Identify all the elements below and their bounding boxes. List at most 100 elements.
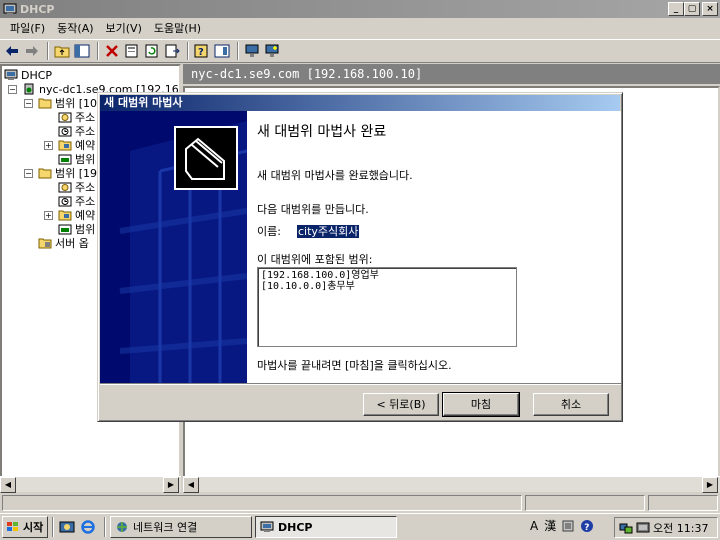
superscope-name: city주식회사 [297,225,360,238]
add-server-icon[interactable] [263,42,281,60]
scroll-left-arrow-icon[interactable]: ◀ [0,477,16,493]
monitor-tray-icon[interactable] [636,521,650,535]
toolbar-separator [47,42,49,60]
tree-item-scope-1[interactable]: 범위 [10 [38,96,97,110]
tree-item-address-pool[interactable]: 주소 [58,180,95,194]
completed-text: 새 대범위 마법사를 완료했습니다. [257,169,413,182]
tree-item-reservations[interactable]: 예약 [58,138,95,152]
details-header: nyc-dc1.se9.com [192.168.100.10] [183,64,720,84]
minimize-button[interactable]: _ [668,2,684,16]
tree-item-reservations[interactable]: 예약 [58,208,95,222]
refresh-icon[interactable] [143,42,161,60]
delete-icon[interactable] [103,42,121,60]
system-tray: 오전 11:37 [614,517,718,538]
window-titlebar[interactable]: DHCP _ ▢ × [0,0,720,18]
close-button[interactable]: × [702,2,718,16]
tree-horizontal-scrollbar[interactable]: ◀ ▶ [0,476,181,493]
start-button[interactable]: 시작 [2,516,48,538]
folder-icon [38,168,52,179]
windows-logo-icon [7,522,18,531]
svg-text:?: ? [585,523,590,533]
status-cell [525,495,645,511]
ime-help-icon[interactable]: ? [580,519,594,533]
network-tray-icon[interactable] [619,521,633,535]
collapse-toggle[interactable]: − [24,169,33,178]
ime-mode-toggle[interactable]: A [530,519,538,533]
status-cell [2,495,522,511]
forward-icon[interactable] [23,42,41,60]
back-button[interactable]: < 뒤로(B) [363,393,439,416]
tree-item-server-options[interactable]: 서버 옵 [38,236,89,250]
dhcp-app-icon [260,521,274,532]
cancel-button[interactable]: 취소 [533,393,609,416]
tree-label: DHCP [21,68,53,82]
taskbar-divider [104,517,106,537]
toolbar-separator [97,42,99,60]
tree-item-address-leases[interactable]: 주소 [58,124,95,138]
address-leases-icon [58,126,72,137]
tree-item-address-leases[interactable]: 주소 [58,194,95,208]
status-bar [0,494,720,512]
ime-hanja-toggle[interactable]: 漢 [544,517,556,534]
new-superscope-wizard-dialog[interactable]: 새 대범위 마법사 새 대범위 마법사 완료 새 대범위 마법사를 완료했습니다… [97,92,623,422]
back-icon[interactable] [3,42,21,60]
address-pool-icon [58,112,72,123]
scroll-right-arrow-icon[interactable]: ▶ [702,477,718,493]
server-icon[interactable] [243,42,261,60]
reservations-icon [58,140,72,151]
tree-item-address-pool[interactable]: 주소 [58,110,95,124]
dhcp-app-icon [3,3,17,15]
tree-item-scope-options[interactable]: 범위 [58,222,95,236]
tree-item-dhcp-root[interactable]: DHCP [4,68,52,82]
tree-label: 서버 옵 [55,237,89,250]
properties-icon[interactable] [123,42,141,60]
start-label: 시작 [23,521,44,534]
show-hide-tree-icon[interactable] [73,42,91,60]
expand-toggle[interactable]: + [44,211,53,220]
menu-file[interactable]: 파일(F) [4,20,51,36]
wizard-side-banner [100,111,247,383]
up-folder-icon[interactable] [53,42,71,60]
internet-explorer-icon[interactable] [79,518,97,536]
clock[interactable]: 오전 11:37 [653,520,708,536]
finish-instruction: 마법사를 끝내려면 [마침]을 클릭하십시오. [257,359,452,372]
task-network-connections[interactable]: 네트워크 연결 [110,516,252,538]
toolbar-separator [237,42,239,60]
console-icon[interactable] [213,42,231,60]
menu-help[interactable]: 도움말(H) [148,20,207,36]
svg-text:?: ? [198,47,204,58]
finish-button[interactable]: 마침 [442,392,520,417]
dhcp-root-icon [4,69,18,80]
menu-view[interactable]: 보기(V) [100,20,148,36]
menu-action[interactable]: 동작(A) [51,20,99,36]
network-connections-icon [117,522,127,532]
included-scopes-list[interactable]: [192.168.100.0]영업부 [10.10.0.0]총무부 [257,267,517,347]
help-icon[interactable]: ? [193,42,211,60]
tree-item-scope-2[interactable]: 범위 [19 [38,166,97,180]
scroll-left-arrow-icon[interactable]: ◀ [183,477,199,493]
task-label: DHCP [278,520,313,534]
wizard-titlebar[interactable]: 새 대범위 마법사 [100,95,620,111]
task-dhcp[interactable]: DHCP [255,516,397,538]
collapse-toggle[interactable]: − [8,85,17,94]
address-pool-icon [58,182,72,193]
collapse-toggle[interactable]: − [24,99,33,108]
menu-bar: 파일(F) 동작(A) 보기(V) 도움말(H) [0,18,720,38]
included-scopes-label: 이 대범위에 포함된 범위: [257,253,373,266]
name-value: city주식회사 [297,223,360,239]
wizard-banner-graphic [100,111,247,383]
expand-toggle[interactable]: + [44,141,53,150]
export-list-icon[interactable] [163,42,181,60]
taskbar-divider [52,517,54,537]
scope-options-icon [58,224,72,235]
wizard-content: 새 대범위 마법사 완료 새 대범위 마법사를 완료했습니다. 다음 대범위를 … [247,111,621,383]
list-item: [192.168.100.0]영업부 [261,270,379,281]
restore-button[interactable]: ▢ [684,2,700,16]
details-horizontal-scrollbar[interactable]: ◀ ▶ [183,476,720,493]
tree-item-scope-options[interactable]: 범위 [58,152,95,166]
show-desktop-icon[interactable] [58,518,76,536]
wizard-heading: 새 대범위 마법사 완료 [257,124,387,140]
scroll-right-arrow-icon[interactable]: ▶ [163,477,179,493]
ime-pad-icon[interactable] [562,520,574,532]
scope-options-icon [58,154,72,165]
